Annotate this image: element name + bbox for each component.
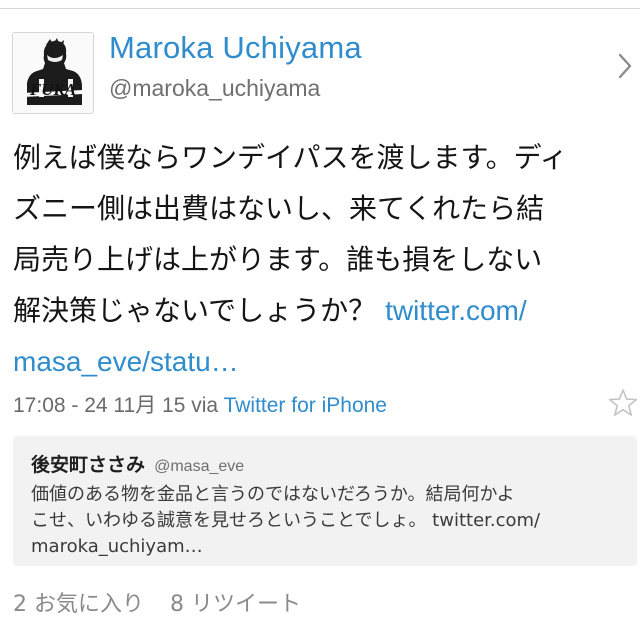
tweet-text-line: ズニー側は出費はないし、来てくれたら結	[13, 192, 545, 225]
tweet-text-line: 例えば僕ならワンデイパスを渡します。ディ	[13, 141, 568, 174]
tweet-stats: 2 お気に入り 8 リツイート	[13, 586, 301, 618]
tweet-link-continued[interactable]: masa_eve/statu…	[13, 346, 239, 377]
avatar[interactable]: FUKA	[12, 32, 94, 114]
svg-text:FUKA: FUKA	[29, 80, 76, 99]
quoted-text-line: こせ、いわゆる誠意を見せろということでしょ。 twitter.com/	[31, 510, 541, 531]
retweets-count[interactable]: 8 リツイート	[170, 592, 301, 617]
star-icon[interactable]	[607, 387, 639, 419]
author-handle[interactable]: @maroka_uchiyama	[109, 75, 320, 102]
chevron-right-icon[interactable]	[615, 50, 635, 82]
tweet-text-line: 解決策じゃないでしょうか？	[13, 294, 377, 327]
tweet-link[interactable]: twitter.com/	[385, 295, 527, 326]
quoted-tweet-header: 後安町ささみ @masa_eve	[31, 450, 244, 477]
quoted-tweet-text: 価値のある物を金品と言うのではないだろうか。結局何かよ こせ、いわゆる誠意を見せ…	[31, 482, 631, 560]
quoted-tweet-card[interactable]: 後安町ささみ @masa_eve 価値のある物を金品と言うのではないだろうか。結…	[13, 436, 637, 566]
timestamp: 17:08 - 24 11月 15	[13, 394, 186, 417]
avatar-image: FUKA	[13, 33, 93, 113]
quoted-author-name: 後安町ささみ	[31, 454, 146, 476]
quoted-author-handle: @masa_eve	[154, 458, 245, 475]
quoted-text-line: 価値のある物を金品と言うのではないだろうか。結局何かよ	[31, 484, 515, 505]
tweet-meta: 17:08 - 24 11月 15 via Twitter for iPhone	[13, 389, 387, 419]
tweet-text-line: 局売り上げは上がります。誰も損をしない	[13, 243, 543, 276]
via-label: via	[191, 394, 219, 417]
quoted-text-line: maroka_uchiyam…	[31, 536, 203, 557]
via-app-link[interactable]: Twitter for iPhone	[224, 394, 387, 417]
author-name[interactable]: Maroka Uchiyama	[109, 30, 362, 66]
top-divider	[0, 8, 640, 9]
tweet-body: 例えば僕ならワンデイパスを渡します。ディ ズニー側は出費はないし、来てくれたら結…	[13, 132, 628, 387]
favorites-count[interactable]: 2 お気に入り	[13, 592, 144, 617]
